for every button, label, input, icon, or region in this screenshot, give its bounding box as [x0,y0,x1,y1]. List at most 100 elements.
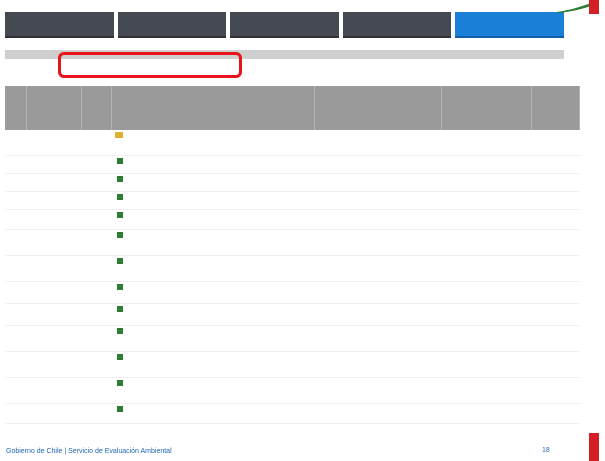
table-body [5,130,580,424]
row-document-link[interactable] [112,174,315,191]
folder-icon[interactable] [115,132,123,138]
row-document-link[interactable] [112,192,315,209]
row-spacer [82,130,112,155]
attachment-icon[interactable] [117,232,123,238]
row-date [27,378,82,403]
row-date [27,156,82,173]
table-row [5,326,580,352]
row-destination [442,282,532,303]
row-spacer [82,256,112,281]
row-date [27,130,82,155]
row-time [532,174,580,191]
row-destination [442,192,532,209]
row-spacer [82,156,112,173]
row-spacer [82,352,112,377]
row-author [315,192,442,209]
row-spacer [82,378,112,403]
row-author [315,404,442,423]
row-time [532,210,580,229]
row-destination [442,130,532,155]
row-document-link[interactable] [112,230,315,255]
row-destination [442,230,532,255]
row-author [315,156,442,173]
row-time [532,256,580,281]
row-time [532,230,580,255]
row-author [315,352,442,377]
row-time [532,304,580,325]
row-date [27,282,82,303]
header-cell [27,86,82,130]
row-number [5,378,27,403]
row-time [532,130,580,155]
attachment-icon[interactable] [117,258,123,264]
attachment-icon[interactable] [117,306,123,312]
attachment-icon[interactable] [117,284,123,290]
row-spacer [82,210,112,229]
row-document-link[interactable] [112,156,315,173]
nav-tab-3[interactable] [230,12,339,38]
row-document-link[interactable] [112,378,315,403]
row-date [27,192,82,209]
table-row [5,174,580,192]
attachment-icon[interactable] [117,212,123,218]
nav-tab-2[interactable] [117,12,227,38]
attachment-icon[interactable] [117,328,123,334]
nav-tab-5[interactable] [455,12,564,38]
row-document-link[interactable] [112,130,315,155]
row-time [532,378,580,403]
row-author [315,304,442,325]
attachment-icon[interactable] [117,380,123,386]
row-author [315,282,442,303]
header-cell [442,86,532,130]
attachment-icon[interactable] [117,176,123,182]
row-author [315,256,442,281]
row-author [315,378,442,403]
nav-tab-4[interactable] [342,12,452,38]
row-destination [442,256,532,281]
attachment-icon[interactable] [117,158,123,164]
row-number [5,192,27,209]
row-number [5,304,27,325]
row-document-link[interactable] [112,304,315,325]
row-destination [442,174,532,191]
row-document-link[interactable] [112,256,315,281]
row-document-link[interactable] [112,352,315,377]
header-cell [5,86,27,130]
table-header [5,86,580,130]
row-number [5,404,27,423]
row-spacer [82,192,112,209]
row-spacer [82,326,112,351]
table-row [5,352,580,378]
table-row [5,156,580,174]
header-cell [532,86,580,130]
row-number [5,256,27,281]
row-destination [442,378,532,403]
table-row [5,230,580,256]
row-time [532,156,580,173]
row-number [5,156,27,173]
row-author [315,130,442,155]
row-destination [442,304,532,325]
row-date [27,352,82,377]
row-document-link[interactable] [112,404,315,423]
row-date [27,326,82,351]
row-spacer [82,282,112,303]
attachment-icon[interactable] [117,406,123,412]
row-document-link[interactable] [112,326,315,351]
table-row [5,192,580,210]
nav-tab-1[interactable] [5,12,114,38]
row-document-link[interactable] [112,210,315,229]
row-time [532,404,580,423]
row-number [5,230,27,255]
attachment-icon[interactable] [117,354,123,360]
row-destination [442,352,532,377]
row-date [27,404,82,423]
brand-red-tab-bottom [589,433,599,461]
row-time [532,352,580,377]
attachment-icon[interactable] [117,194,123,200]
row-destination [442,326,532,351]
row-document-link[interactable] [112,282,315,303]
brand-red-tab [589,0,599,14]
row-author [315,326,442,351]
row-destination [442,404,532,423]
